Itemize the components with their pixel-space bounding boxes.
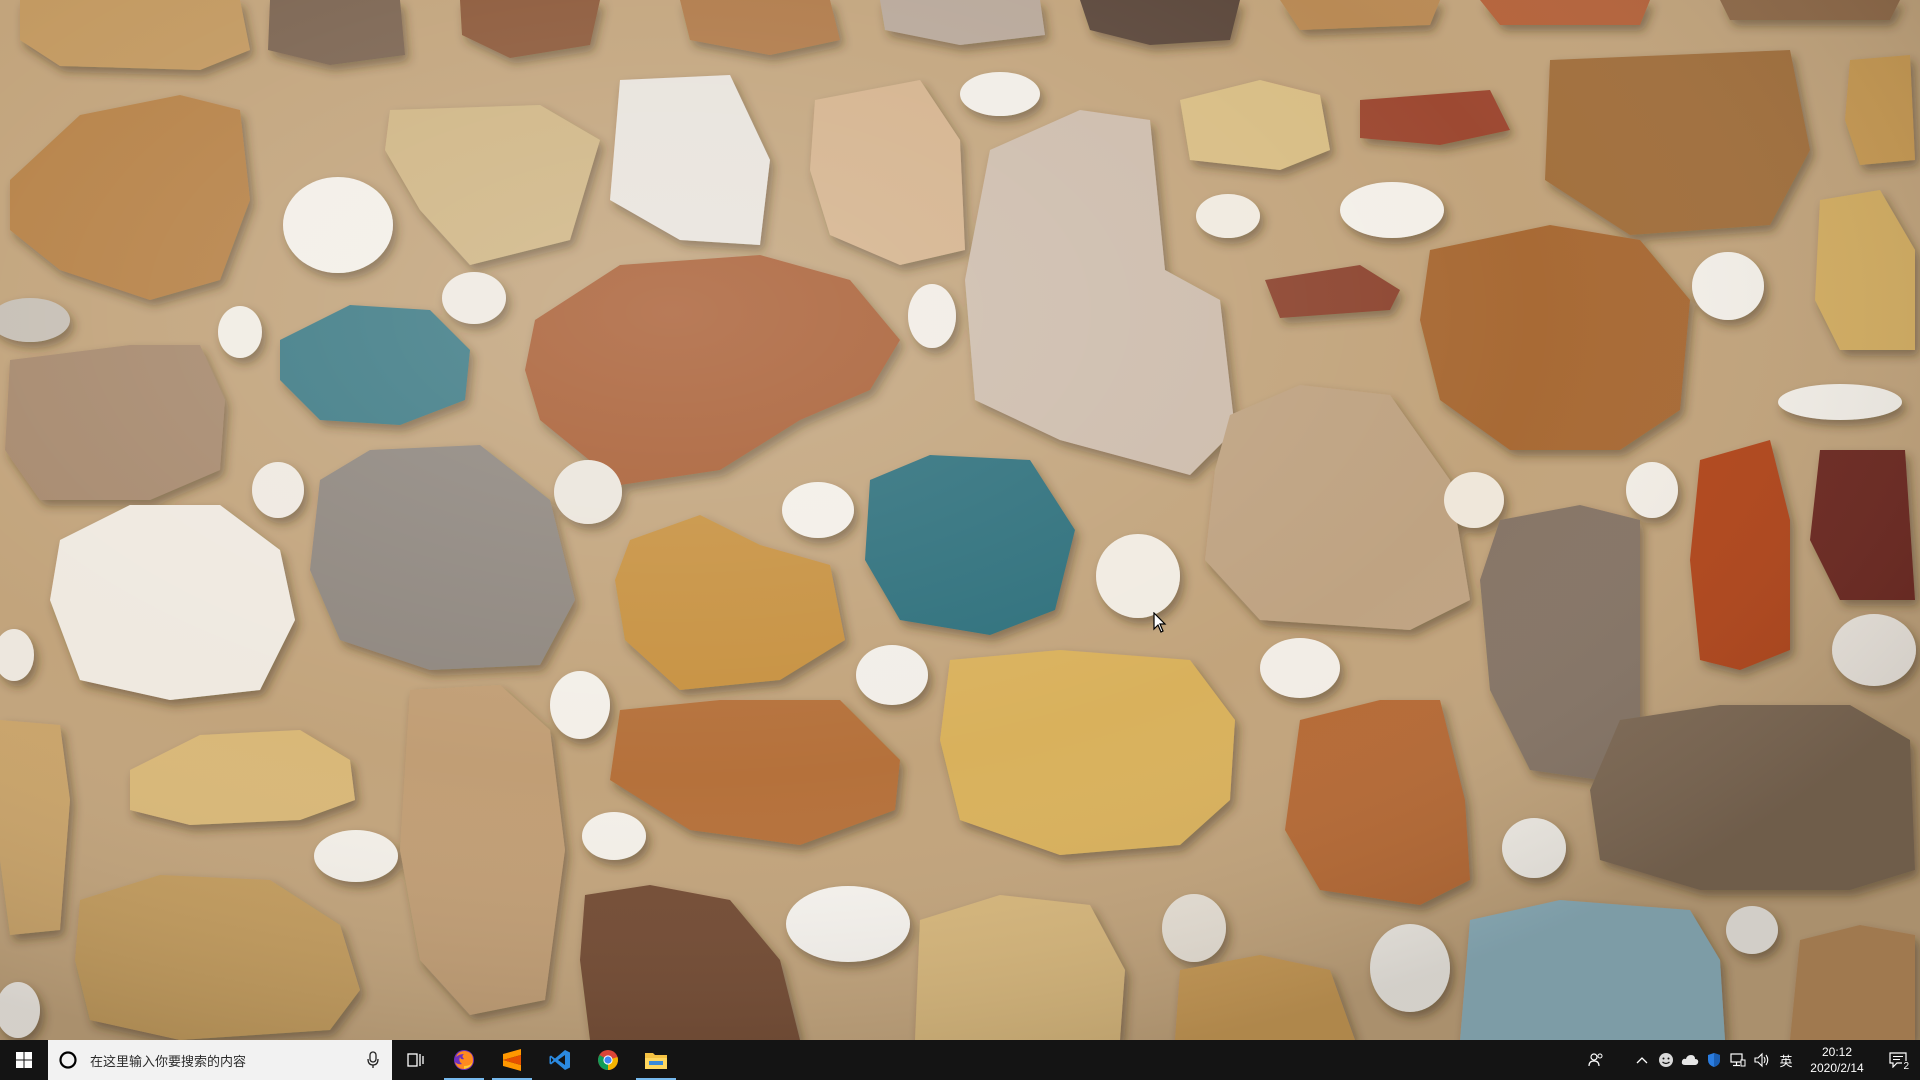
input-method-indicator[interactable]: 英: [1774, 1040, 1798, 1080]
clock[interactable]: 20:12 2020/2/14: [1798, 1040, 1876, 1080]
task-view-icon: [407, 1053, 424, 1067]
clock-time: 20:12: [1821, 1045, 1853, 1059]
action-center-button[interactable]: 2: [1876, 1040, 1920, 1080]
speaker-icon: [1754, 1052, 1769, 1068]
tray-app-button[interactable]: [1654, 1040, 1678, 1080]
chevron-up-icon: [1636, 1057, 1648, 1064]
chrome-icon: [598, 1050, 618, 1070]
tray-app-smiley-icon: [1659, 1053, 1673, 1067]
search-input[interactable]: 在这里输入你要搜索的内容: [48, 1040, 392, 1080]
mouse-cursor-icon: [1153, 612, 1167, 633]
start-button[interactable]: [0, 1040, 48, 1080]
network-icon: [1730, 1053, 1746, 1067]
system-tray: 英 20:12 2020/2/14 2: [1584, 1040, 1920, 1080]
people-icon: [1588, 1053, 1603, 1067]
taskbar-app-firefox[interactable]: [440, 1040, 488, 1080]
stone-wall-wallpaper: [0, 0, 1920, 1040]
clock-date: 2020/2/14: [1810, 1061, 1864, 1075]
people-button[interactable]: [1584, 1040, 1608, 1080]
taskbar-app-vscode[interactable]: [536, 1040, 584, 1080]
show-hidden-icons-button[interactable]: [1630, 1040, 1654, 1080]
microphone-icon[interactable]: [366, 1051, 380, 1069]
taskbar-app-sublime-text[interactable]: [488, 1040, 536, 1080]
taskbar-app-chrome[interactable]: [584, 1040, 632, 1080]
notification-count-badge: 2: [1902, 1061, 1910, 1072]
desktop[interactable]: [0, 0, 1920, 1040]
windows-logo-icon: [16, 1052, 32, 1068]
onedrive-button[interactable]: [1678, 1040, 1702, 1080]
firefox-icon: [454, 1050, 474, 1070]
cortana-circle-icon: [59, 1051, 77, 1069]
taskbar: 在这里输入你要搜索的内容 英 20:12 2020/2/14 2: [0, 1040, 1920, 1080]
taskbar-app-file-explorer[interactable]: [632, 1040, 680, 1080]
shield-icon: [1708, 1053, 1720, 1067]
sublime-text-icon: [503, 1049, 521, 1071]
cloud-icon: [1681, 1055, 1699, 1065]
network-button[interactable]: [1726, 1040, 1750, 1080]
search-placeholder: 在这里输入你要搜索的内容: [90, 1054, 247, 1070]
security-button[interactable]: [1702, 1040, 1726, 1080]
volume-button[interactable]: [1750, 1040, 1774, 1080]
file-explorer-icon: [645, 1053, 667, 1069]
vscode-icon: [549, 1050, 570, 1070]
task-view-button[interactable]: [392, 1040, 440, 1080]
